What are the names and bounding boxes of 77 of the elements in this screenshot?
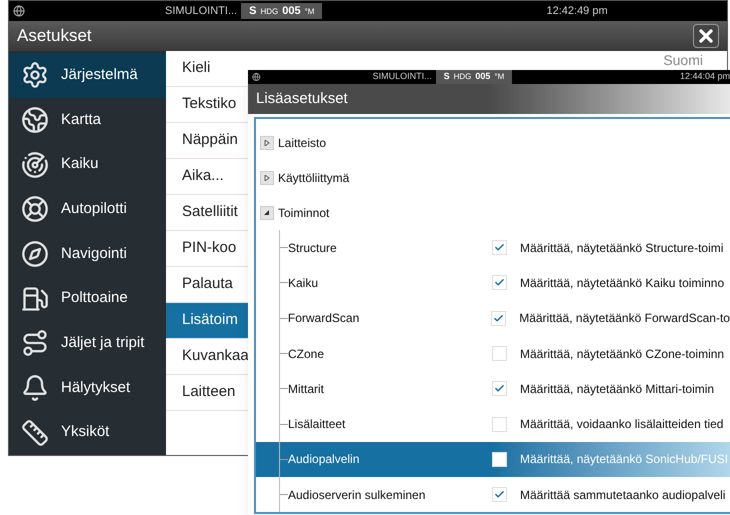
check-icon [494,277,505,288]
dialog-title: Lisäasetukset [256,88,348,109]
heading-unit: °M [494,71,504,84]
feature-row[interactable]: Audioserverin sulkeminen Määrittää sammutetaanko audiopalveli [256,477,730,512]
feature-checkbox[interactable] [491,310,506,326]
feature-checkbox[interactable] [492,381,507,396]
check-icon [493,312,504,324]
heading-label: HDG [454,71,472,84]
mode-label: SIMULOINTI... [165,4,238,19]
heading-unit: °M [304,6,314,18]
feature-checkbox[interactable] [492,487,507,502]
feature-description: Määrittää, näytetäänkö ForwardScan-to [519,310,730,328]
sidebar-item[interactable]: Hälytykset [9,366,166,410]
globe-icon [252,72,261,82]
heading-label: HDG [260,6,278,18]
feature-label: ForwardScan [288,310,360,328]
feature-row[interactable]: Kaiku Määrittää, näytetäänkö Kaiku toiminno [256,265,730,301]
feature-label: CZone [288,346,326,363]
check-icon [494,242,505,254]
heading-value: 005 [282,4,301,19]
feature-description: Määrittää, näytetäänkö SonicHub/FUSI [520,451,728,468]
feature-label: Audiopalvelin [288,451,360,468]
sidebar-item[interactable]: Kaiku [9,142,166,188]
fuel-pump-icon [21,284,49,313]
feature-label: Lisälaitteet [288,416,346,434]
feature-description: Määrittää, näytetäänkö Kaiku toiminno [520,274,724,292]
sidebar-item[interactable]: Jäljet ja tripit [9,321,166,366]
compass-icon [21,240,49,268]
feature-row[interactable]: ForwardScan Määrittää, näytetäänkö ForwardScan-to [256,300,730,336]
bell-icon [21,374,49,402]
feature-description: Määrittää, näytetäänkö CZone-toiminn [520,346,724,363]
feature-row[interactable]: Structure Määrittää, näytetäänkö Structure-toimi [256,230,730,266]
expand-icon[interactable] [260,136,274,150]
window-title: Asetukset [17,25,92,48]
gear-icon [21,61,49,90]
globe-icon [13,5,25,17]
feature-row[interactable]: CZone Määrittää, näytetäänkö CZone-toiminn [256,336,730,372]
sidebar-item[interactable]: Polttoaine [9,276,166,322]
expand-icon[interactable] [260,170,274,184]
feature-description: Määrittää, näytetäänkö Mittari-toimin [520,380,714,398]
close-button[interactable] [693,24,719,48]
check-icon [494,383,505,394]
clock-time: 12:44:04 pm [680,70,730,84]
feature-checkbox[interactable] [492,240,507,256]
sonar-icon [21,150,49,179]
feature-description: Määrittää, voidaanko lisälaitteiden tied [520,416,724,434]
setting-value: Suomi [663,51,703,68]
heading-value: 005 [475,70,490,84]
feature-label: Kaiku [288,274,320,292]
feature-description: Määrittää, näytetäänkö Structure-toimi [520,240,724,257]
globe-icon [21,106,49,134]
sidebar-item[interactable]: Autopilotti [9,187,166,232]
collapse-icon[interactable] [260,206,274,220]
feature-row[interactable]: Mittarit Määrittää, näytetäänkö Mittari-toimin [256,371,730,406]
sidebar-item[interactable]: Järjestelmä [9,53,166,98]
tree-node[interactable]: Käyttöliittymä [256,160,730,195]
feature-row[interactable]: Audiopalvelin Määrittää, näytetäänkö SonicHub/FUSI [256,442,730,478]
sidebar-item[interactable]: Navigointi [9,232,166,276]
feature-label: Structure [288,240,338,257]
feature-checkbox[interactable] [492,275,507,290]
feature-checkbox[interactable] [492,416,507,432]
mode-label: SIMULOINTI... [372,70,432,84]
route-icon [21,329,49,358]
clock-time: 12:42:49 pm [546,4,608,19]
sidebar-item[interactable]: Yksiköt [9,410,166,456]
feature-label: Mittarit [288,380,325,398]
feature-checkbox[interactable] [492,452,507,467]
heading-prefix: S [444,70,450,84]
feature-checkbox[interactable] [492,346,507,362]
ruler-icon [21,418,49,447]
heading-prefix: S [249,4,256,19]
feature-label: Audioserverin sulkeminen [288,486,426,504]
tree-node[interactable]: Toiminnot [256,195,730,230]
check-icon [494,489,505,500]
feature-description: Määrittää sammutetaanko audiopalveli [520,486,726,504]
tree-node[interactable]: Laitteisto [256,125,730,160]
sidebar-item[interactable]: Kartta [9,98,166,142]
